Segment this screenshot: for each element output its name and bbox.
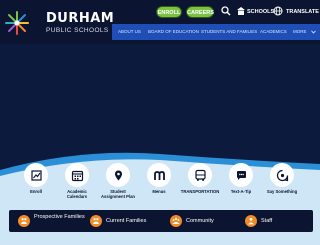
quick-link-label: TRANSPORTATION — [180, 189, 220, 194]
schools-link[interactable]: SCHOOLS — [247, 9, 274, 16]
enroll-icon — [30, 169, 42, 181]
audience-staff[interactable]: Staff — [245, 213, 295, 229]
quick-link-enroll[interactable]: Enroll — [20, 163, 52, 199]
calendar-icon — [71, 170, 83, 181]
map-pin-icon — [114, 170, 122, 180]
logo-title[interactable]: DURHAM — [46, 12, 114, 26]
quick-link-label: Text-A-Tip — [230, 189, 252, 194]
quick-link-circle — [106, 163, 130, 187]
audience-label: Community — [186, 218, 214, 224]
quick-link-circle — [229, 163, 253, 187]
family-icon — [90, 215, 102, 227]
enroll-button[interactable]: ENROLL — [156, 6, 182, 18]
chat-icon — [236, 170, 246, 180]
nav-academics[interactable]: ACADEMICS — [260, 29, 287, 35]
bus-icon — [194, 169, 206, 181]
audience-label: Staff — [261, 218, 273, 224]
quick-link-circle — [147, 163, 171, 187]
quick-link-circle — [65, 163, 89, 187]
quick-link-calendar[interactable]: Academic Calendars — [61, 163, 93, 199]
nav-more[interactable]: MORE — [293, 29, 307, 35]
translate-link[interactable]: TRANSLATE — [286, 9, 319, 16]
quick-link-text-a-tip[interactable]: Text-A-Tip — [225, 163, 257, 199]
community-icon — [170, 215, 182, 227]
quick-link-circle — [270, 163, 294, 187]
quick-link-label: Enroll — [30, 189, 42, 194]
quick-link-circle — [188, 163, 212, 187]
audience-label: Prospective Families — [34, 214, 85, 220]
nav-students-and-families[interactable]: STUDENTS AND FAMILIES — [201, 29, 257, 35]
careers-button[interactable]: CAREERS — [186, 6, 214, 18]
nav-about-us[interactable]: ABOUT US — [118, 29, 141, 35]
nav-board-of-education[interactable]: BOARD OF EDUCATION — [148, 29, 199, 35]
audience-bar: Prospective Families Current Families Co… — [9, 210, 313, 232]
audience-community[interactable]: Community — [170, 213, 232, 229]
quick-link-label: Academic Calendars — [66, 189, 88, 199]
audience-label: Current Families — [106, 218, 147, 224]
audience-current-families[interactable]: Current Families — [90, 213, 165, 229]
globe-icon — [273, 6, 283, 16]
quick-link-label: Menus — [152, 189, 166, 194]
chevron-down-icon — [311, 30, 316, 34]
family-icon — [18, 215, 30, 227]
quick-link-transportation[interactable]: TRANSPORTATION — [181, 163, 219, 199]
megaphone-icon — [276, 169, 288, 181]
quick-link-menus[interactable]: Menus — [143, 163, 175, 199]
quick-link-say-something[interactable]: Say Something — [266, 163, 298, 199]
quick-link-label: Say Something — [266, 189, 298, 194]
logo-subtitle: PUBLIC SCHOOLS — [46, 27, 109, 34]
quick-link-circle — [24, 163, 48, 187]
main-nav: ABOUT US BOARD OF EDUCATION STUDENTS AND… — [112, 24, 320, 40]
schools-icon — [237, 7, 245, 15]
menus-icon — [153, 170, 165, 180]
quick-link-student-assignment[interactable]: Student Assignment Plan — [101, 163, 135, 199]
search-icon[interactable] — [221, 6, 231, 16]
quick-link-label: Student Assignment Plan — [101, 189, 135, 199]
logo-icon[interactable] — [4, 10, 30, 36]
staff-icon — [245, 215, 257, 227]
audience-prospective-families[interactable]: Prospective Families — [18, 213, 88, 229]
